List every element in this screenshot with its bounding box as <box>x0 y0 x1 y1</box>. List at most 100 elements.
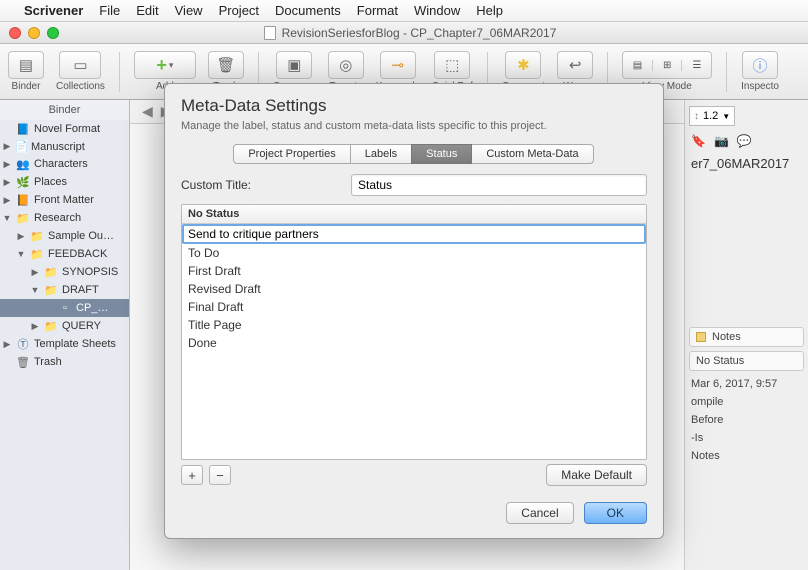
status-edit-input[interactable] <box>182 224 646 244</box>
tab-labels[interactable]: Labels <box>350 144 412 164</box>
folder-icon: 📁 <box>16 211 30 225</box>
binder-item[interactable]: ▶📁QUERY <box>0 317 129 335</box>
status-row[interactable]: Done <box>182 334 646 352</box>
view-outline-icon[interactable]: ☰ <box>682 60 711 71</box>
docsel-icon: ▫ <box>58 301 72 315</box>
binder-item[interactable]: ▶ 🌿 Places <box>0 173 129 191</box>
menu-file[interactable]: File <box>99 3 120 18</box>
binder-sidebar: Binder 📘Novel Format▶📄Manuscript▶👥Charac… <box>0 100 130 570</box>
disclosure-icon[interactable]: ▶ <box>30 267 40 278</box>
tag-icon[interactable]: 🔖 <box>691 134 706 148</box>
nav-back-icon[interactable]: ◀ <box>138 103 157 120</box>
disclosure-icon[interactable]: ▼ <box>2 213 12 223</box>
menu-view[interactable]: View <box>175 3 203 18</box>
meta-modified: Mar 6, 2017, 9:57 <box>689 375 804 393</box>
binder-item[interactable]: ▼ 📁 FEEDBACK <box>0 245 129 263</box>
binder-item-label: Trash <box>34 356 62 368</box>
document-icon <box>264 26 276 40</box>
tab-custom-meta-data[interactable]: Custom Meta-Data <box>471 144 593 164</box>
view-cork-icon[interactable]: ⊞ <box>653 60 683 71</box>
add-status-button[interactable]: + <box>181 465 203 485</box>
status-row[interactable]: Revised Draft <box>182 280 646 298</box>
status-row[interactable]: Final Draft <box>182 298 646 316</box>
wrap-icon: ↩ <box>569 56 582 74</box>
menu-project[interactable]: Project <box>219 3 259 18</box>
meta-asis: ‑Is <box>689 429 804 447</box>
orange-icon: 📙 <box>16 193 30 207</box>
binder-item[interactable]: ▶📙Front Matter <box>0 191 129 209</box>
custom-title-label: Custom Title: <box>181 178 341 192</box>
quickref-icon: ⬚ <box>445 56 459 74</box>
binder-item[interactable]: 🗑Trash <box>0 353 129 371</box>
menu-help[interactable]: Help <box>476 3 503 18</box>
t-icon: Ⓣ <box>16 337 30 351</box>
camera-icon[interactable]: 📷 <box>714 134 729 148</box>
binder-icon: ▤ <box>19 56 33 74</box>
make-default-button[interactable]: Make Default <box>546 464 647 486</box>
binder-item[interactable]: ▶📁SYNOPSIS <box>0 263 129 281</box>
close-window-button[interactable] <box>9 27 21 39</box>
tab-status[interactable]: Status <box>411 144 472 164</box>
inspector-icon: ⓘ <box>753 55 768 76</box>
binder-item[interactable]: 📘Novel Format <box>0 120 129 138</box>
status-row[interactable]: Title Page <box>182 316 646 334</box>
disclosure-icon[interactable]: ▶ <box>30 321 40 332</box>
binder-item-label: SYNOPSIS <box>62 266 118 278</box>
divider <box>726 52 727 92</box>
meta-pagebreak: Before <box>689 411 804 429</box>
disclosure-icon[interactable]: ▶ <box>2 195 12 206</box>
binder-item[interactable]: ▫CP_… <box>0 299 129 317</box>
ok-button[interactable]: OK <box>584 502 647 524</box>
remove-status-button[interactable]: − <box>209 465 231 485</box>
collections-icon: ▭ <box>73 56 87 74</box>
binder-item-label: FEEDBACK <box>48 248 107 260</box>
binder-item[interactable]: ▶📄Manuscript <box>0 138 129 155</box>
binder-item-label: DRAFT <box>62 284 99 296</box>
tool-binder[interactable]: ▤Binder <box>8 51 44 92</box>
menu-documents[interactable]: Documents <box>275 3 341 18</box>
system-menubar: Scrivener File Edit View Project Documen… <box>0 0 808 22</box>
status-button[interactable]: No Status <box>689 351 804 371</box>
binder-item[interactable]: ▼📁Research <box>0 209 129 227</box>
binder-item[interactable]: ▶👥Characters <box>0 155 129 173</box>
disclosure-icon[interactable]: ▼ <box>30 285 40 295</box>
meta-notes: Notes <box>689 447 804 465</box>
app-name[interactable]: Scrivener <box>24 3 83 18</box>
status-row[interactable]: First Draft <box>182 262 646 280</box>
disclosure-icon[interactable]: ▶ <box>2 141 12 152</box>
trash-icon: 🗑 <box>216 56 235 74</box>
view-doc-icon[interactable]: ▤ <box>623 60 653 71</box>
status-row-editing[interactable] <box>182 224 646 244</box>
binder-item-label: Places <box>34 176 67 188</box>
menu-edit[interactable]: Edit <box>136 3 158 18</box>
disclosure-icon[interactable]: ▶ <box>2 177 12 188</box>
folder-icon: 📁 <box>30 247 44 261</box>
binder-item[interactable]: ▶ⓉTemplate Sheets <box>0 335 129 353</box>
tool-collections[interactable]: ▭Collections <box>56 51 105 92</box>
disclosure-icon[interactable]: ▶ <box>2 159 12 170</box>
menu-window[interactable]: Window <box>414 3 460 18</box>
zoom-window-button[interactable] <box>47 27 59 39</box>
zoom-select[interactable]: ↕ 1.2 ▼ <box>689 106 735 126</box>
people-icon: 👥 <box>16 157 30 171</box>
notes-button[interactable]: Notes <box>689 327 804 347</box>
menu-format[interactable]: Format <box>357 3 398 18</box>
tab-project-properties[interactable]: Project Properties <box>233 144 350 164</box>
cancel-button[interactable]: Cancel <box>506 502 573 524</box>
green-icon: 🌿 <box>16 175 30 189</box>
tool-inspector[interactable]: ⓘInspecto <box>741 51 779 92</box>
status-row[interactable]: To Do <box>182 244 646 262</box>
disclosure-icon[interactable]: ▶ <box>16 231 26 242</box>
disclosure-icon[interactable]: ▶ <box>2 339 12 350</box>
speech-icon[interactable]: 💬 <box>737 134 752 148</box>
binder-item[interactable]: ▶📁Sample Ou… <box>0 227 129 245</box>
chevron-down-icon: ▼ <box>722 112 730 121</box>
minimize-window-button[interactable] <box>28 27 40 39</box>
custom-title-input[interactable] <box>351 174 647 196</box>
disclosure-icon[interactable]: ▼ <box>16 249 26 259</box>
dialog-tabs: Project Properties Labels Status Custom … <box>181 144 647 164</box>
traffic-lights <box>0 27 68 39</box>
meta-compile: ompile <box>689 393 804 411</box>
binder-item-label: Manuscript <box>31 141 85 153</box>
binder-item[interactable]: ▼📁DRAFT <box>0 281 129 299</box>
